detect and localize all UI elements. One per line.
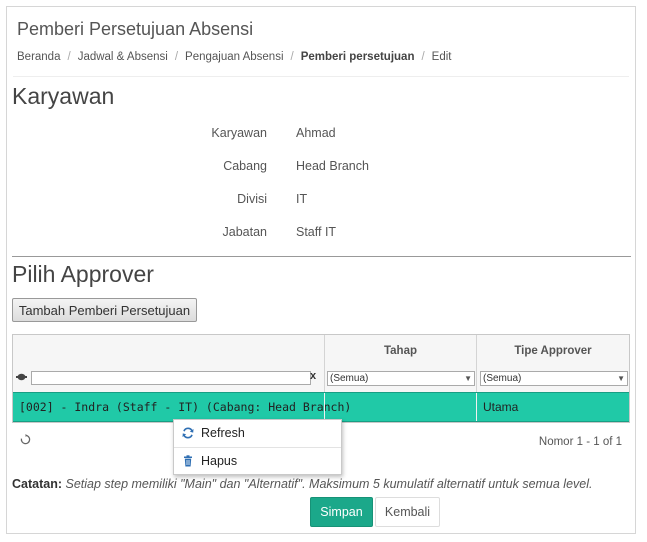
column-separator	[324, 393, 325, 421]
info-label: Cabang	[223, 159, 267, 173]
section-divider	[12, 256, 631, 257]
info-row-employee: Karyawan Ahmad	[7, 126, 635, 146]
save-button[interactable]: Simpan	[310, 497, 373, 527]
info-row-division: Divisi IT	[7, 192, 635, 212]
chevron-down-icon: ▼	[617, 374, 625, 383]
pager-text: Nomor 1 - 1 of 1	[538, 436, 622, 448]
breadcrumb-item-home[interactable]: Beranda	[17, 51, 60, 63]
page-frame: Pemberi Persetujuan Absensi Beranda / Jadw…	[6, 6, 636, 534]
add-approver-button[interactable]: Tambah Pemberi Persetujuan	[12, 298, 197, 322]
tipe-filter-value: (Semua)	[483, 373, 522, 384]
info-value: IT	[296, 192, 308, 206]
tipe-filter-select[interactable]: (Semua) ▼	[480, 371, 628, 386]
filter-row: x (Semua) ▼ (Semua) ▼	[13, 369, 629, 389]
column-header-name[interactable]	[13, 335, 324, 367]
refresh-icon[interactable]	[20, 434, 31, 445]
tahap-filter-value: (Semua)	[330, 373, 369, 384]
note-body: Setiap step memiliki "Main" dan "Alterna…	[65, 477, 593, 491]
breadcrumb-item-approver[interactable]: Pemberi persetujuan	[301, 51, 415, 63]
context-menu: Refresh Hapus	[173, 419, 342, 475]
table-row[interactable]: [002] - Indra (Staff - IT) (Cabang: Head…	[13, 392, 629, 422]
info-label: Divisi	[237, 192, 267, 206]
breadcrumb-divider	[13, 76, 629, 77]
trash-icon	[184, 455, 192, 467]
tahap-filter-select[interactable]: (Semua) ▼	[327, 371, 475, 386]
context-menu-item-delete[interactable]: Hapus	[174, 449, 341, 475]
filter-icon	[16, 373, 27, 381]
info-label: Jabatan	[222, 225, 267, 239]
context-menu-label: Refresh	[201, 426, 245, 440]
breadcrumb-item-edit: Edit	[431, 51, 452, 63]
info-value: Head Branch	[296, 159, 369, 173]
clear-filter-icon[interactable]: x	[310, 370, 316, 382]
refresh-icon	[182, 427, 194, 439]
info-value: Staff IT	[296, 225, 337, 239]
name-filter-input[interactable]	[31, 371, 311, 385]
chevron-down-icon: ▼	[464, 374, 472, 383]
breadcrumb-item-request[interactable]: Pengajuan Absensi	[185, 51, 283, 63]
info-label: Karyawan	[211, 126, 267, 140]
info-row-position: Jabatan Staff IT	[7, 225, 635, 245]
employee-section-title: Karyawan	[12, 83, 115, 109]
approver-name-cell: [002] - Indra (Staff - IT) (Cabang: Head…	[19, 400, 352, 414]
column-header-tahap[interactable]: Tahap	[325, 335, 476, 367]
approver-grid: Tahap Tipe Approver x (Semua) ▼ (Semua) …	[12, 334, 630, 423]
info-value: Ahmad	[296, 126, 336, 140]
breadcrumb: Beranda / Jadwal & Absensi / Pengajuan Absen…	[17, 51, 452, 63]
note-text: Catatan: Setiap step memiliki "Main" dan…	[12, 477, 593, 491]
approver-section-title: Pilih Approver	[12, 261, 154, 287]
context-menu-divider	[174, 447, 341, 448]
back-button[interactable]: Kembali	[375, 497, 440, 527]
page-title: Pemberi Persetujuan Absensi	[17, 19, 254, 39]
context-menu-item-refresh[interactable]: Refresh	[174, 421, 341, 447]
column-separator	[476, 393, 477, 421]
info-row-branch: Cabang Head Branch	[7, 159, 635, 179]
column-header-tipe-approver[interactable]: Tipe Approver	[477, 335, 629, 367]
tipe-approver-cell: Utama	[483, 400, 519, 414]
context-menu-label: Hapus	[201, 454, 238, 468]
note-label: Catatan:	[12, 477, 63, 491]
breadcrumb-item-schedule[interactable]: Jadwal & Absensi	[78, 51, 168, 63]
